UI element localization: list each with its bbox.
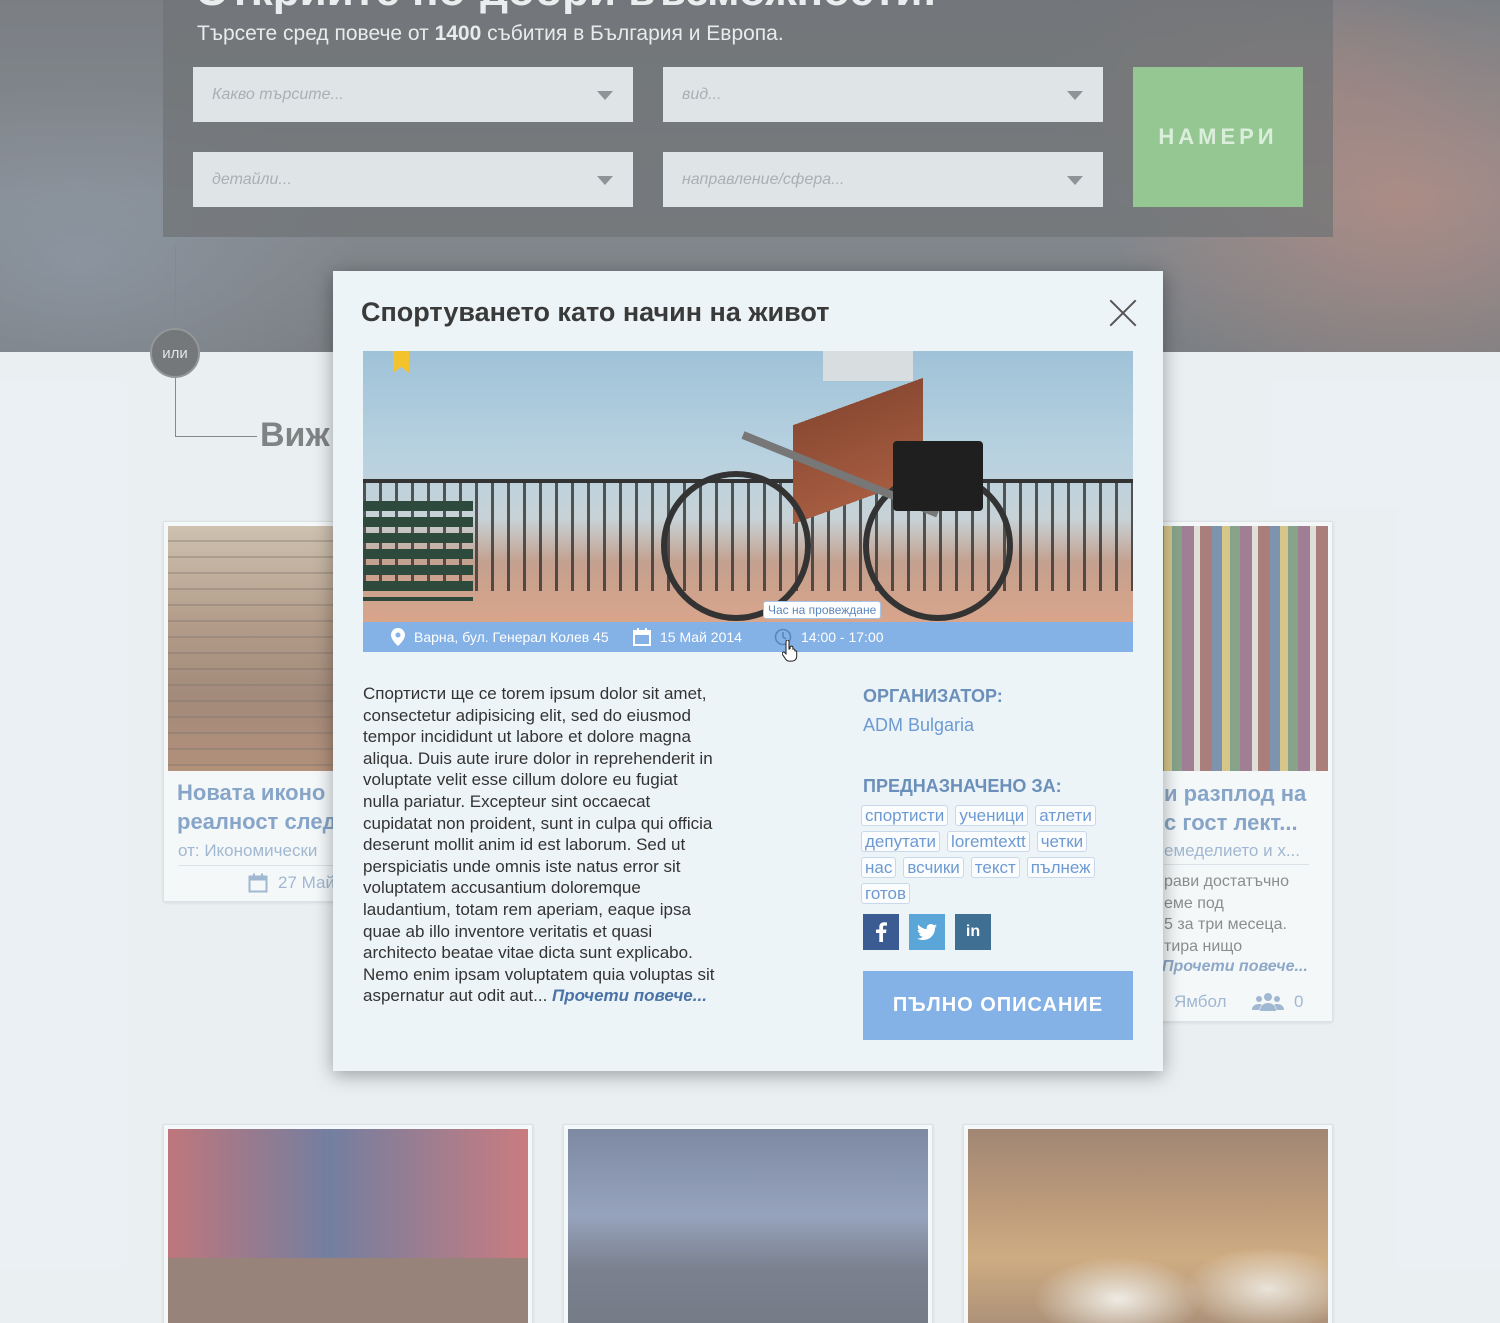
tag[interactable]: loremtextt xyxy=(947,831,1030,852)
time-tooltip: Час на провеждане xyxy=(763,601,882,619)
location-pin-icon xyxy=(391,628,405,646)
tag[interactable]: текст xyxy=(970,857,1020,878)
tag[interactable]: нас xyxy=(861,857,897,878)
tag[interactable]: пълнеж xyxy=(1026,857,1095,878)
event-photo xyxy=(363,351,1133,622)
event-location: Варна, бул. Генерал Колев 45 xyxy=(391,628,609,646)
calendar-icon xyxy=(633,628,651,646)
close-icon[interactable] xyxy=(1108,298,1138,328)
organizer-link[interactable]: ADM Bulgaria xyxy=(863,715,974,736)
tag[interactable]: спортисти xyxy=(861,805,949,826)
organizer-label: ОРГАНИЗАТОР: xyxy=(863,686,1003,706)
tag[interactable]: депутати xyxy=(861,831,941,852)
audience-label: ПРЕДНАЗНАЧЕНО ЗА: xyxy=(863,776,1062,796)
linkedin-share-button[interactable]: in xyxy=(955,914,991,950)
twitter-icon xyxy=(917,924,937,940)
facebook-share-button[interactable] xyxy=(863,914,899,950)
modal-title: Спортуването като начин на живот xyxy=(361,297,830,327)
event-info-bar: Варна, бул. Генерал Колев 45 15 Май 2014… xyxy=(363,622,1133,652)
linkedin-icon: in xyxy=(965,923,981,940)
tag[interactable]: всчики xyxy=(903,857,964,878)
tag[interactable]: атлети xyxy=(1035,805,1096,826)
bookmark-icon[interactable] xyxy=(393,351,409,373)
tag[interactable]: готов xyxy=(861,883,910,904)
event-description: Спортисти ще се torem ipsum dolor sit am… xyxy=(363,684,715,1006)
audience-tags: спортисти ученици атлети депутати loremt… xyxy=(861,805,1133,909)
twitter-share-button[interactable] xyxy=(909,914,945,950)
tag[interactable]: ученици xyxy=(955,805,1029,826)
read-more-link[interactable]: Прочети повече... xyxy=(552,986,707,1005)
event-modal: Спортуването като начин на живот Варна, … xyxy=(333,271,1163,1071)
event-date: 15 Май 2014 xyxy=(633,628,742,646)
facebook-icon xyxy=(876,922,887,942)
full-description-button[interactable]: ПЪЛНО ОПИСАНИЕ xyxy=(863,971,1133,1040)
tag[interactable]: четки xyxy=(1036,831,1088,852)
hand-cursor-icon xyxy=(782,640,798,662)
